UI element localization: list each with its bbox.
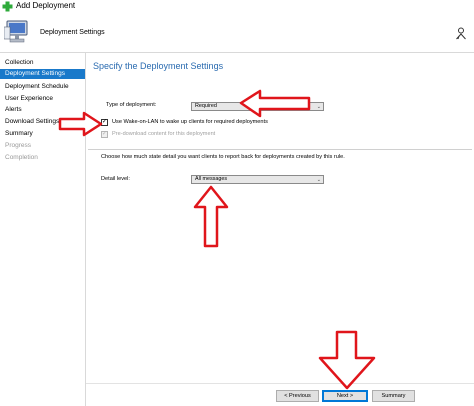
annotation-arrow-right-icon [58,111,103,137]
type-of-deployment-label: Type of deployment: [106,102,157,108]
page-title: Deployment Settings [40,29,105,36]
detail-level-value: All messages [195,176,228,182]
previous-button[interactable]: < Previous [276,390,319,402]
sidebar-item-collection[interactable]: Collection [0,58,85,68]
section-heading: Specify the Deployment Settings [93,61,224,71]
sidebar-item-user-experience[interactable]: User Experience [0,94,85,104]
computer-icon [4,20,28,43]
next-button[interactable]: Next > [322,390,368,402]
sidebar-item-progress: Progress [5,142,32,149]
state-detail-description: Choose how much state detail you want cl… [101,154,345,160]
predownload-label: Pre-download content for this deployment [112,131,216,137]
annotation-arrow-left-icon [239,89,311,118]
sidebar-item-deployment-settings[interactable]: Deployment Settings [0,69,85,79]
window-title: Add Deployment [16,1,76,10]
green-plus-icon [2,1,13,12]
annotation-arrow-up-icon [193,185,229,248]
annotation-arrow-down-icon [318,330,376,390]
summary-button[interactable]: Summary [372,390,415,402]
type-of-deployment-value: Required [195,103,217,109]
title-bar: Add Deployment [0,0,474,14]
wizard-header: Deployment Settings [0,14,474,53]
chevron-down-icon: ⌄ [316,177,321,183]
chevron-down-icon: ⌄ [316,104,321,110]
detail-level-label: Detail level: [101,176,130,182]
section-divider [88,149,472,150]
detail-level-select[interactable]: All messages ⌄ [191,175,324,184]
footer-divider [86,383,474,384]
sidebar-item-completion: Completion [5,154,38,161]
sidebar-item-deployment-schedule[interactable]: Deployment Schedule [0,82,85,92]
help-person-icon[interactable] [455,27,467,40]
